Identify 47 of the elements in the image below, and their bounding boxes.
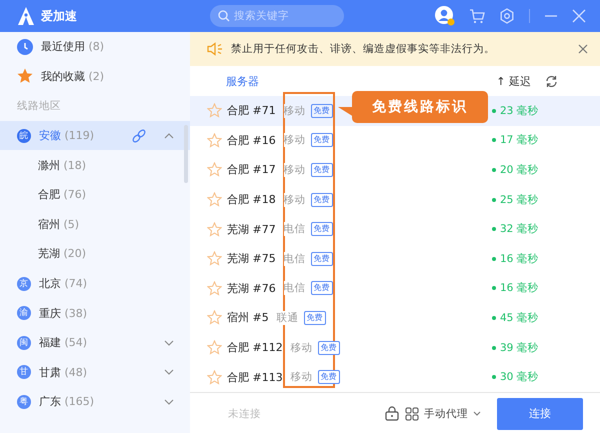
latency-value: 30 毫秒 <box>492 370 548 384</box>
latency-value: 16 毫秒 <box>492 281 548 296</box>
free-tag: 免费 <box>310 281 333 296</box>
carrier-label: 电信 <box>284 281 306 296</box>
connection-status: 未连接 <box>228 406 261 421</box>
free-tag: 免费 <box>310 133 333 148</box>
latency-value: 45 毫秒 <box>492 310 548 325</box>
server-name: 合肥 #113 <box>227 370 283 385</box>
latency-value: 32 毫秒 <box>492 222 548 236</box>
latency-value: 16 毫秒 <box>492 252 548 266</box>
latency-value: 20 毫秒 <box>492 162 548 177</box>
region-badge: 渝 <box>17 306 31 320</box>
region-badge: 甘 <box>17 365 31 380</box>
free-tag: 免费 <box>318 370 340 384</box>
latency-value: 25 毫秒 <box>492 192 548 207</box>
carrier-label: 联通 <box>276 310 299 325</box>
carrier-label: 电信 <box>284 252 306 266</box>
server-name: 合肥 #16 <box>227 132 276 148</box>
latency-value: 39 毫秒 <box>492 340 548 355</box>
region-badge: 京 <box>17 276 31 291</box>
section-title: 线路地区 <box>16 98 62 114</box>
server-name: 合肥 #17 <box>227 162 276 178</box>
latency-value: 23 毫秒 <box>492 104 548 118</box>
server-name: 芜湖 #76 <box>227 280 276 296</box>
server-name: 合肥 #18 <box>227 192 276 208</box>
region-badge: 粤 <box>17 394 31 409</box>
free-tag: 免费 <box>318 340 340 355</box>
free-tag: 免费 <box>304 310 326 325</box>
server-name: 合肥 #112 <box>227 340 283 356</box>
carrier-label: 移动 <box>290 370 313 384</box>
notice-text: 禁止用于任何攻击、诽谤、编造虚假事实等非法行为。 <box>231 42 495 56</box>
callout-tooltip: 免费线路标识 <box>338 91 488 123</box>
server-name: 芜湖 #77 <box>227 222 276 237</box>
app-name: 爱加速 <box>41 8 77 24</box>
server-name: 芜湖 #75 <box>227 251 276 266</box>
server-name: 合肥 #71 <box>227 103 276 118</box>
carrier-label: 移动 <box>290 340 313 355</box>
free-tag: 免费 <box>310 162 333 177</box>
free-tag: 免费 <box>310 252 333 266</box>
server-name: 宿州 #5 <box>227 310 269 326</box>
latency-value: 17 毫秒 <box>492 133 548 148</box>
region-badge: 皖 <box>17 128 31 143</box>
region-badge: 闽 <box>17 336 31 350</box>
free-tag: 免费 <box>310 222 333 236</box>
free-tag: 免费 <box>310 192 333 207</box>
free-tag: 免费 <box>310 104 333 118</box>
carrier-label: 电信 <box>284 222 306 236</box>
